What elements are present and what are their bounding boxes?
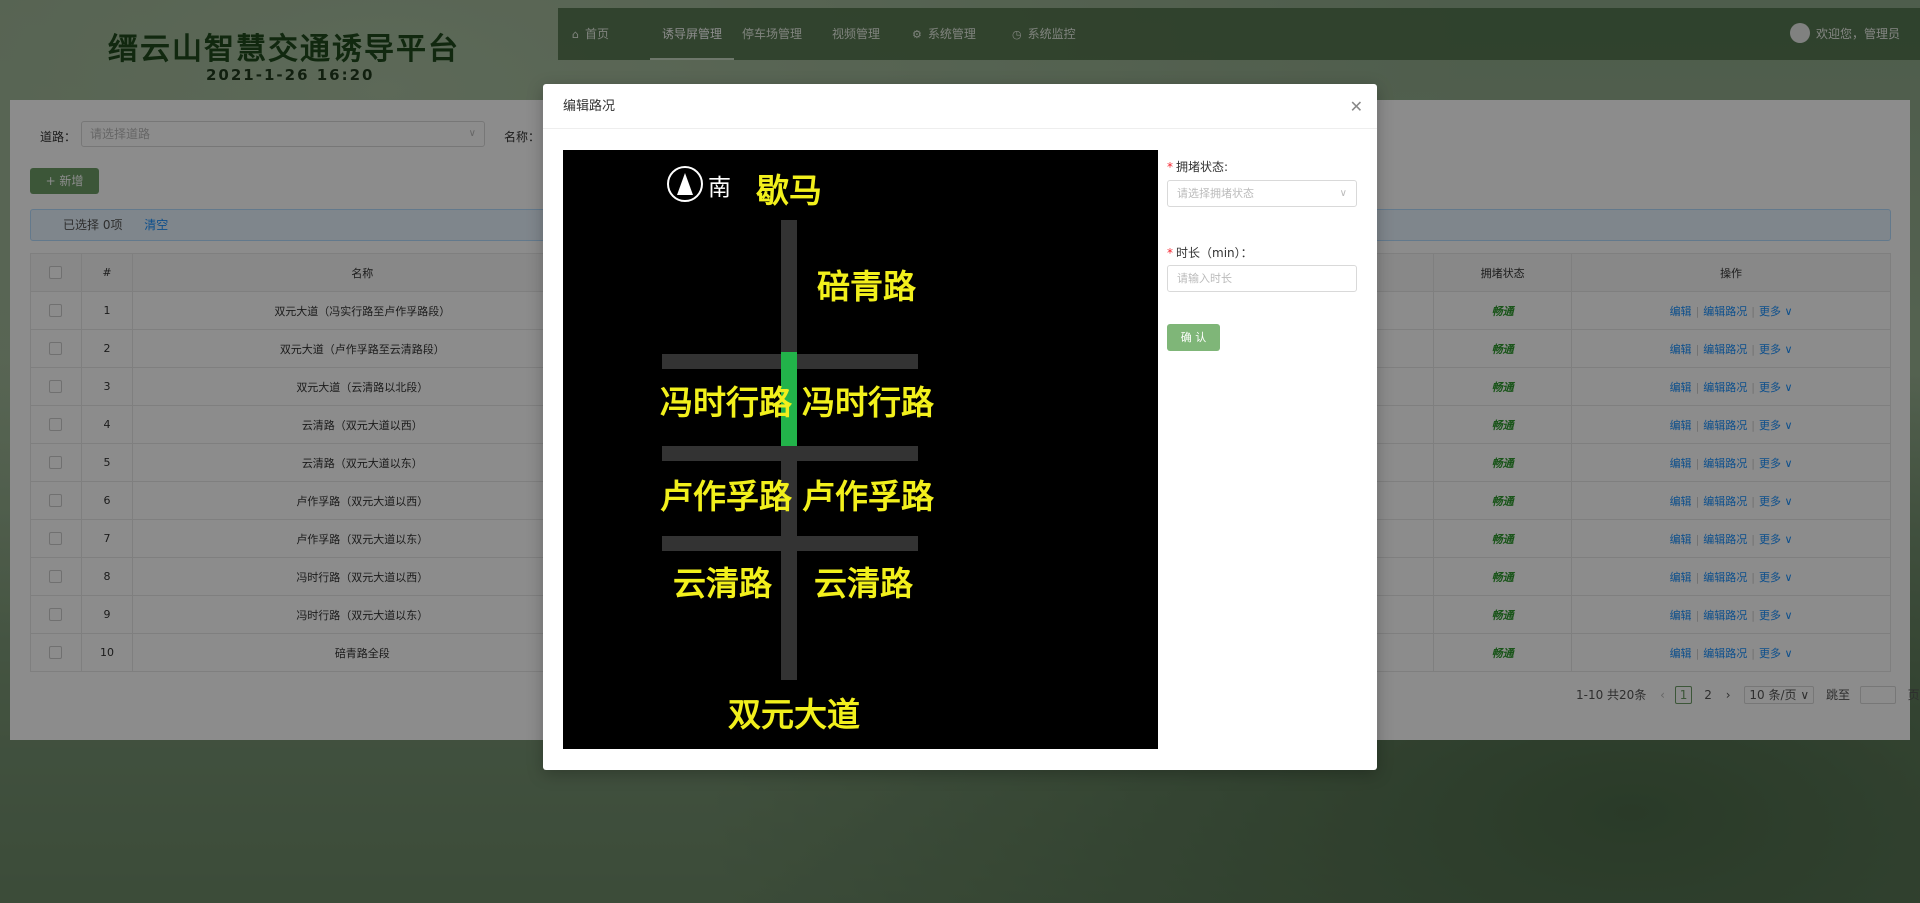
chevron-down-icon: ∨ (1339, 188, 1347, 199)
road-map: 南 歇马 碚青路 冯时行路 冯时行路 卢作孚路 卢作孚路 云清路 云清路 双元大… (563, 150, 1158, 749)
status-label: * 拥堵状态: (1167, 160, 1229, 174)
duration-label-text: 时长（min）： (1176, 246, 1253, 260)
map-label-fsx-east: 冯时行路 (802, 383, 934, 422)
status-select[interactable]: 请选择拥堵状态 ∨ (1167, 180, 1357, 207)
compass-icon (667, 166, 703, 202)
map-label-beiqing: 碚青路 (817, 267, 916, 306)
map-label-lzf-east: 卢作孚路 (802, 477, 934, 516)
road-yunqing[interactable] (662, 536, 918, 551)
map-label-top: 歇马 (756, 171, 822, 210)
compass-direction: 南 (708, 175, 731, 201)
status-select-placeholder: 请选择拥堵状态 (1177, 187, 1254, 200)
map-label-fsx-west: 冯时行路 (660, 383, 792, 422)
edit-road-modal: 编辑路况 ✕ 南 歇马 碚青路 冯时行路 冯时行路 卢作孚路 卢作孚路 云清路 … (543, 84, 1377, 770)
confirm-button[interactable]: 确 认 (1167, 324, 1220, 351)
modal-header: 编辑路况 ✕ (543, 84, 1377, 129)
map-label-lzf-west: 卢作孚路 (660, 477, 792, 516)
status-label-text: 拥堵状态: (1176, 160, 1229, 174)
duration-input[interactable]: 请输入时长 (1167, 265, 1357, 292)
road-luzuofu[interactable] (662, 446, 918, 461)
duration-input-placeholder: 请输入时长 (1177, 272, 1232, 285)
duration-label: * 时长（min）： (1167, 246, 1253, 260)
map-label-bottom: 双元大道 (728, 695, 860, 734)
modal-title: 编辑路况 (563, 99, 616, 114)
close-icon[interactable]: ✕ (1350, 84, 1363, 129)
map-label-yq-east: 云清路 (814, 564, 913, 603)
map-label-yq-west: 云清路 (673, 564, 772, 603)
